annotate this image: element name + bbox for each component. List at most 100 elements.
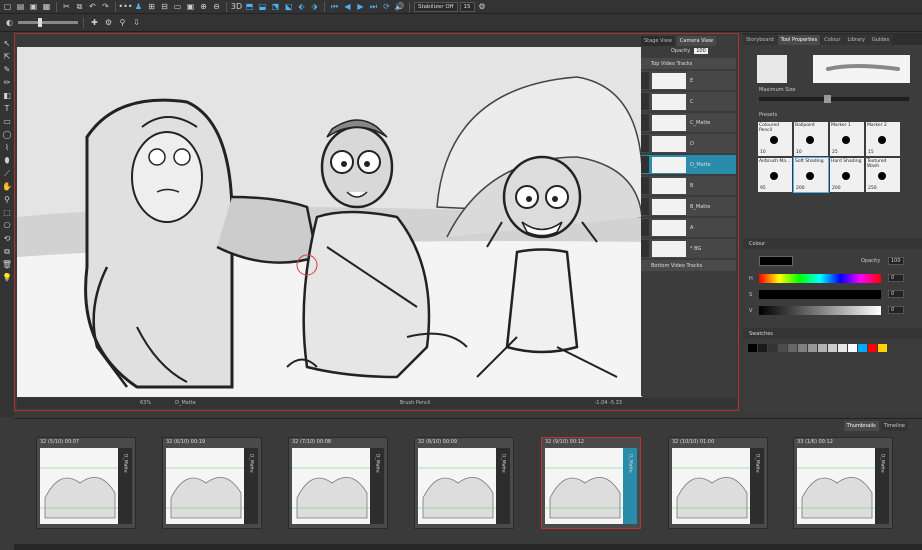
tab-colour[interactable]: Colour bbox=[821, 35, 844, 45]
colour-swatch[interactable] bbox=[748, 344, 757, 352]
save-icon[interactable]: ▣ bbox=[28, 2, 39, 12]
select-tool-icon[interactable]: ↖ bbox=[2, 38, 13, 49]
panel-after-icon[interactable]: ⬔ bbox=[270, 2, 281, 12]
camera-tool-icon[interactable]: ⎔ bbox=[2, 220, 13, 231]
export-icon[interactable]: ▦ bbox=[41, 2, 52, 12]
pin-icon[interactable]: ⚲ bbox=[117, 18, 128, 28]
saturation-input[interactable]: 0 bbox=[888, 290, 904, 298]
brush-preset[interactable]: Textured Wash 250 bbox=[866, 158, 900, 192]
play-icon[interactable]: ▶ bbox=[355, 2, 366, 12]
brush-options-icon[interactable]: ◐ bbox=[4, 18, 15, 28]
tab-storyboard[interactable]: Storyboard bbox=[743, 35, 777, 45]
settings-gear-icon[interactable]: ⚙ bbox=[477, 2, 488, 12]
ellipse-tool-icon[interactable]: ◯ bbox=[2, 129, 13, 140]
next-icon[interactable]: ⏭ bbox=[368, 2, 379, 12]
pencil-tool-icon[interactable]: ✏ bbox=[2, 77, 13, 88]
tab-library[interactable]: Library bbox=[844, 35, 868, 45]
sound-icon[interactable]: 🔊 bbox=[394, 2, 405, 12]
first-frame-icon[interactable]: ⏮ bbox=[329, 2, 340, 12]
panel-add-icon[interactable]: ⬒ bbox=[244, 2, 255, 12]
brush-preset[interactable]: Ballpoint 10 bbox=[794, 122, 828, 156]
track-row[interactable]: D bbox=[641, 134, 736, 153]
panel-thumbnail[interactable]: 33 (1/6) 00:12 D_Matte bbox=[793, 437, 893, 529]
undo-icon[interactable]: ↶ bbox=[87, 2, 98, 12]
panel-duplicate-icon[interactable]: ⬕ bbox=[283, 2, 294, 12]
colour-swatch[interactable] bbox=[788, 344, 797, 352]
panel-join-icon[interactable]: ⬗ bbox=[309, 2, 320, 12]
brush-preset[interactable]: Coloured Pencil 10 bbox=[758, 122, 792, 156]
polyline-tool-icon[interactable]: ⌇ bbox=[2, 142, 13, 153]
brush-tip-preview[interactable] bbox=[757, 55, 787, 83]
open-folder-icon[interactable]: ▤ bbox=[15, 2, 26, 12]
track-row[interactable]: E bbox=[641, 71, 736, 90]
tab-stage-view[interactable]: Stage View bbox=[641, 36, 675, 46]
zoom-out-icon[interactable]: ⊖ bbox=[211, 2, 222, 12]
track-handle[interactable] bbox=[641, 198, 649, 215]
colour-swatch[interactable] bbox=[838, 344, 847, 352]
frame-icon[interactable]: ▭ bbox=[172, 2, 183, 12]
grid-small-icon[interactable]: ⊟ bbox=[159, 2, 170, 12]
eraser-tool-icon[interactable]: ◧ bbox=[2, 90, 13, 101]
track-row[interactable]: A bbox=[641, 218, 736, 237]
colour-swatch[interactable] bbox=[778, 344, 787, 352]
colour-swatch[interactable] bbox=[818, 344, 827, 352]
current-colour-swatch[interactable] bbox=[759, 256, 793, 266]
new-file-icon[interactable]: ▢ bbox=[2, 2, 13, 12]
copy-icon[interactable]: ⧉ bbox=[74, 2, 85, 12]
dots-icon[interactable]: ••• bbox=[118, 2, 132, 12]
track-handle[interactable] bbox=[641, 72, 649, 89]
arrow-down-icon[interactable]: ⇩ bbox=[131, 18, 142, 28]
cut-icon[interactable]: ✂ bbox=[61, 2, 72, 12]
trash-tool-icon[interactable]: 🗑 bbox=[2, 259, 13, 270]
redo-icon[interactable]: ↷ bbox=[100, 2, 111, 12]
panel-thumbnail[interactable]: 32 (10/10) 01:00 D_Matte bbox=[668, 437, 768, 529]
add-layer-icon[interactable]: ✚ bbox=[89, 18, 100, 28]
loop-icon[interactable]: ⟳ bbox=[381, 2, 392, 12]
pose-icon[interactable]: ♟ bbox=[133, 2, 144, 12]
colour-swatch[interactable] bbox=[808, 344, 817, 352]
drawing-canvas[interactable] bbox=[17, 47, 642, 397]
panel-layer-strip[interactable]: D_Matte bbox=[496, 448, 510, 524]
panel-split-icon[interactable]: ⬖ bbox=[296, 2, 307, 12]
lightbulb-icon[interactable]: 💡 bbox=[2, 272, 13, 283]
colour-swatch[interactable] bbox=[758, 344, 767, 352]
panel-thumbnail[interactable]: 32 (9/10) 00:12 D_Matte bbox=[541, 437, 641, 529]
saturation-slider[interactable] bbox=[759, 290, 881, 299]
track-row[interactable]: B bbox=[641, 176, 736, 195]
track-handle[interactable] bbox=[641, 177, 649, 194]
opacity-input[interactable]: 100 bbox=[694, 48, 708, 54]
tab-camera-view[interactable]: Camera View bbox=[676, 36, 716, 46]
hue-input[interactable]: 0 bbox=[888, 274, 904, 282]
layer-tool-icon[interactable]: ⧉ bbox=[2, 246, 13, 257]
value-input[interactable]: 0 bbox=[888, 306, 904, 314]
tab-tool-properties[interactable]: Tool Properties bbox=[777, 35, 821, 45]
stabilizer-value[interactable]: 15 bbox=[459, 1, 475, 12]
track-row[interactable]: B_Matte bbox=[641, 197, 736, 216]
panel-layer-strip[interactable]: D_Matte bbox=[118, 448, 132, 524]
track-row[interactable]: D_Matte bbox=[641, 155, 736, 174]
panel-layer-strip[interactable]: D_Matte bbox=[875, 448, 889, 524]
colour-swatch[interactable] bbox=[798, 344, 807, 352]
brush-preset[interactable]: Marker 2 15 bbox=[866, 122, 900, 156]
panel-thumbnail[interactable]: 32 (5/10) 00:07 D_Matte bbox=[36, 437, 136, 529]
stabilizer-dropdown[interactable]: Stabilizer Off bbox=[414, 1, 458, 12]
track-handle[interactable] bbox=[641, 219, 649, 236]
hand-tool-icon[interactable]: ✋ bbox=[2, 181, 13, 192]
safe-area-icon[interactable]: ▣ bbox=[185, 2, 196, 12]
rectangle-tool-icon[interactable]: ▭ bbox=[2, 116, 13, 127]
previous-icon[interactable]: ◀ bbox=[342, 2, 353, 12]
brush-preset[interactable]: Hard Shading 200 bbox=[830, 158, 864, 192]
panel-layer-strip[interactable]: D_Matte bbox=[750, 448, 764, 524]
text-tool-icon[interactable]: T bbox=[2, 103, 13, 114]
brush-tool-icon[interactable]: ✎ bbox=[2, 64, 13, 75]
transform-tool-icon[interactable]: ⇱ bbox=[2, 51, 13, 62]
value-slider[interactable] bbox=[759, 306, 881, 315]
brush-size-slider[interactable] bbox=[18, 18, 78, 27]
eyedropper-tool-icon[interactable]: ⟋ bbox=[2, 168, 13, 179]
panel-thumbnail[interactable]: 32 (7/10) 00:08 D_Matte bbox=[288, 437, 388, 529]
colour-swatch[interactable] bbox=[868, 344, 877, 352]
colour-swatch[interactable] bbox=[878, 344, 887, 352]
colour-swatch[interactable] bbox=[828, 344, 837, 352]
zoom-tool-icon[interactable]: ⚲ bbox=[2, 194, 13, 205]
tab-timeline[interactable]: Timeline bbox=[880, 421, 908, 431]
